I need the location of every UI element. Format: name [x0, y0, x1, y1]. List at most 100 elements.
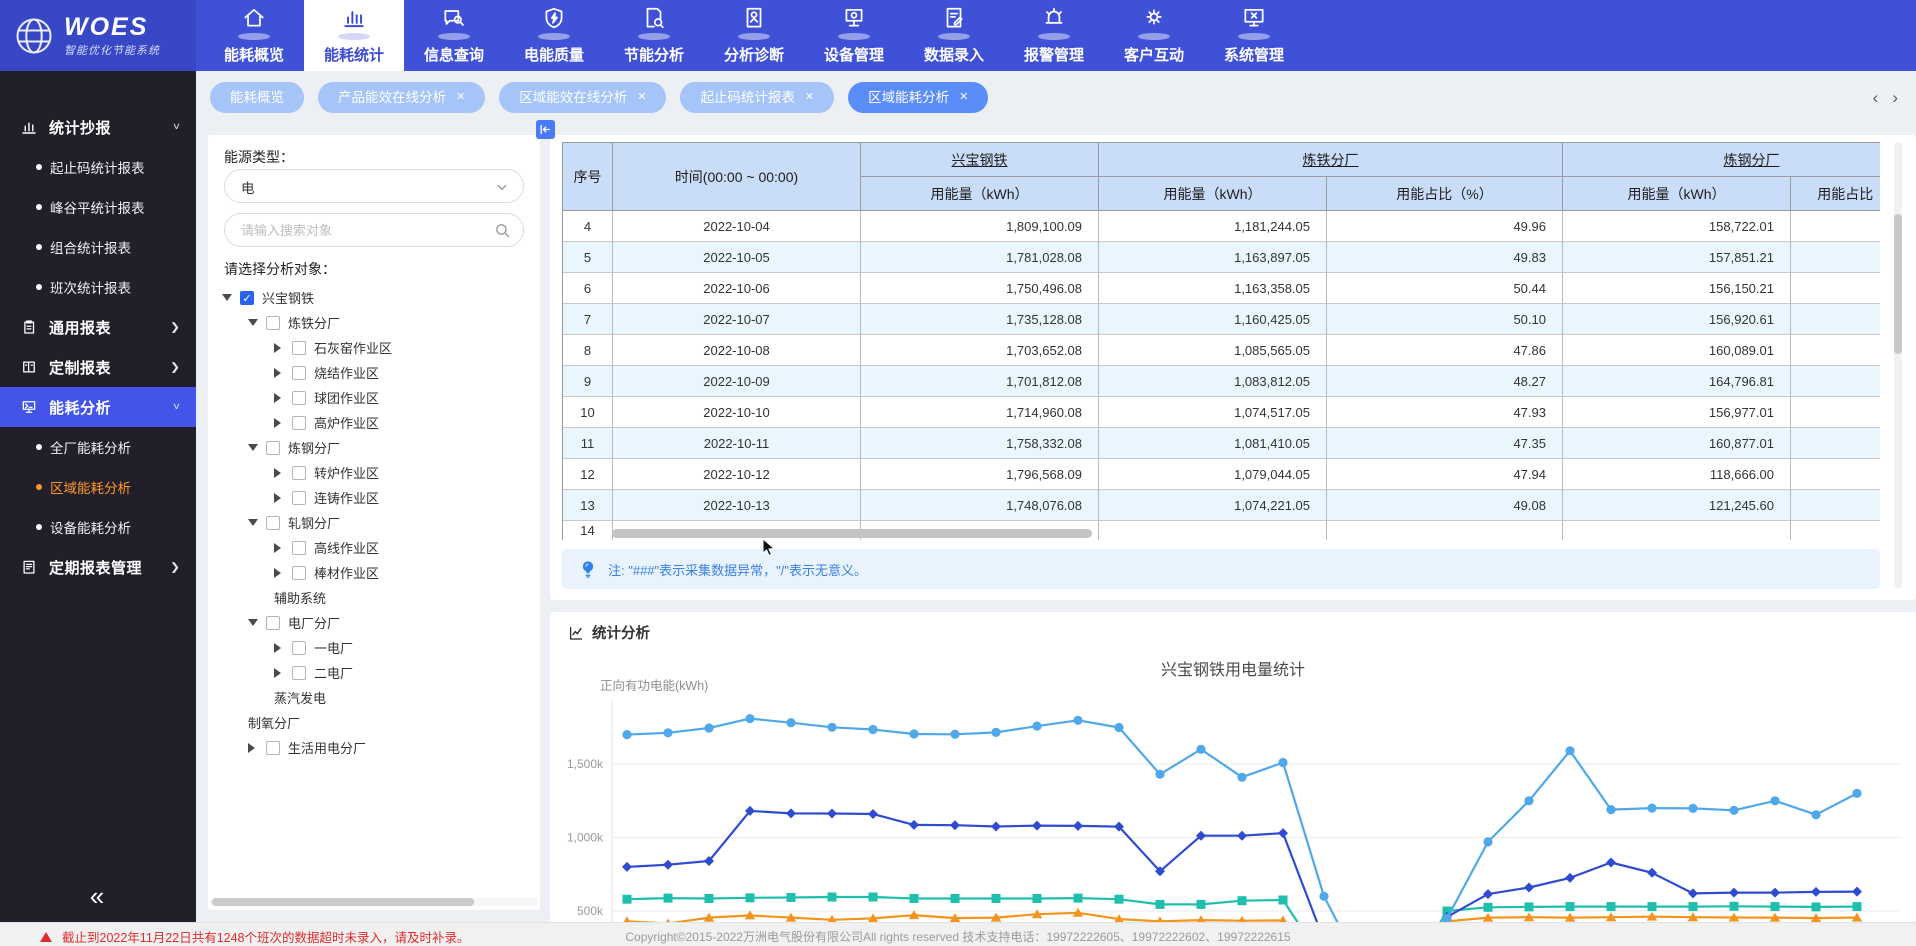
tree-expand-icon[interactable]: [274, 668, 281, 678]
sidebar-item-4-1[interactable]: 全厂能耗分析: [0, 427, 196, 467]
close-icon[interactable]: ✕: [805, 82, 814, 113]
tree-node[interactable]: 蒸汽发电: [208, 685, 540, 710]
sidebar-item-1-2[interactable]: 峰谷平统计报表: [0, 187, 196, 227]
system-monitor-icon: [1241, 5, 1267, 31]
nav-item-label: 设备管理: [804, 44, 904, 65]
search-icon[interactable]: [494, 222, 511, 239]
table-group-link[interactable]: 兴宝钢铁: [952, 150, 1008, 170]
tree-expand-icon[interactable]: [274, 543, 281, 553]
nav-item-2[interactable]: 能耗统计: [304, 0, 404, 71]
tree-expand-icon[interactable]: [274, 468, 281, 478]
tree-node[interactable]: 制氧分厂: [208, 710, 540, 735]
nav-item-5[interactable]: 节能分析: [604, 0, 704, 71]
tree-checkbox[interactable]: [266, 516, 280, 530]
tree-checkbox[interactable]: [292, 566, 306, 580]
tree-checkbox[interactable]: [266, 441, 280, 455]
nav-item-6[interactable]: 分析诊断: [704, 0, 804, 71]
sidebar-item-1-3[interactable]: 组合统计报表: [0, 227, 196, 267]
nav-item-3[interactable]: 信息查询: [404, 0, 504, 71]
tab-2[interactable]: 产品能效在线分析 ✕: [318, 82, 485, 113]
sidebar-group-3[interactable]: 定制报表❯: [0, 347, 196, 387]
tree-checkbox[interactable]: [292, 416, 306, 430]
cell: [1791, 211, 1880, 242]
tree-checkbox[interactable]: ✓: [240, 291, 254, 305]
tree-expand-icon[interactable]: [274, 368, 281, 378]
close-icon[interactable]: ✕: [456, 82, 465, 113]
tab-label: 产品能效在线分析: [338, 82, 446, 113]
tab-4[interactable]: 起止码统计报表✕: [680, 82, 834, 113]
tab-5[interactable]: 区域能耗分析✕: [848, 82, 988, 113]
tree-node[interactable]: 烧结作业区: [208, 360, 540, 385]
nav-item-1[interactable]: 能耗概览: [204, 0, 304, 71]
tabs-scroll-right-icon[interactable]: ›: [1892, 89, 1898, 107]
nav-item-4[interactable]: 电能质量: [504, 0, 604, 71]
tree-node[interactable]: 棒材作业区: [208, 560, 540, 585]
tree-node[interactable]: 石灰窑作业区: [208, 335, 540, 360]
tree-checkbox[interactable]: [292, 466, 306, 480]
tree-node[interactable]: 连铸作业区: [208, 485, 540, 510]
sidebar-item-4-3[interactable]: 设备能耗分析: [0, 507, 196, 547]
table-group-link[interactable]: 炼钢分厂: [1724, 150, 1780, 170]
tree-node[interactable]: 高炉作业区: [208, 410, 540, 435]
tree-node[interactable]: ✓兴宝钢铁: [208, 285, 540, 310]
close-icon[interactable]: ✕: [959, 82, 968, 113]
sidebar-group-4[interactable]: 能耗分析˅: [0, 387, 196, 427]
tree-checkbox[interactable]: [266, 741, 280, 755]
tree-node[interactable]: 球团作业区: [208, 385, 540, 410]
tree-node[interactable]: 生活用电分厂: [208, 735, 540, 760]
tree-expand-icon[interactable]: [274, 643, 281, 653]
tree-node[interactable]: 二电厂: [208, 660, 540, 685]
tree-checkbox[interactable]: [292, 666, 306, 680]
tree-node[interactable]: 辅助系统: [208, 585, 540, 610]
tree-expand-icon[interactable]: [274, 343, 281, 353]
tree-expand-icon[interactable]: [274, 568, 281, 578]
tab-1[interactable]: 能耗概览: [210, 82, 304, 113]
table-vertical-scrollbar-thumb[interactable]: [1894, 214, 1902, 354]
tree-node[interactable]: 转炉作业区: [208, 460, 540, 485]
tree-node[interactable]: 高线作业区: [208, 535, 540, 560]
nav-item-11[interactable]: 系统管理: [1204, 0, 1304, 71]
sidebar-group-1[interactable]: 统计抄报˅: [0, 107, 196, 147]
sidebar-item-4-2[interactable]: 区域能耗分析: [0, 467, 196, 507]
tab-3[interactable]: 区域能效在线分析✕: [499, 82, 666, 113]
tree-collapse-icon[interactable]: [248, 519, 258, 526]
tree-checkbox[interactable]: [292, 491, 306, 505]
nav-item-9[interactable]: 报警管理: [1004, 0, 1104, 71]
tree-node[interactable]: 炼钢分厂: [208, 435, 540, 460]
tree-collapse-icon[interactable]: [248, 619, 258, 626]
nav-item-10[interactable]: 客户互动: [1104, 0, 1204, 71]
sidebar-item-1-4[interactable]: 班次统计报表: [0, 267, 196, 307]
sidebar-collapse-button[interactable]: «: [0, 881, 196, 912]
tree-scrollbar-thumb[interactable]: [212, 898, 474, 906]
tabs-scroll-left-icon[interactable]: ‹: [1873, 89, 1879, 107]
tree-checkbox[interactable]: [292, 366, 306, 380]
tree-expand-icon[interactable]: [274, 418, 281, 428]
tree-checkbox[interactable]: [292, 541, 306, 555]
nav-item-7[interactable]: 设备管理: [804, 0, 904, 71]
sidebar-group-5[interactable]: 定期报表管理❯: [0, 547, 196, 587]
sidebar-item-1-1[interactable]: 起止码统计报表: [0, 147, 196, 187]
collapse-filter-panel-icon[interactable]: [536, 120, 555, 139]
tree-collapse-icon[interactable]: [222, 294, 232, 301]
energy-type-select[interactable]: 电: [224, 169, 524, 203]
tree-checkbox[interactable]: [266, 316, 280, 330]
tree-expand-icon[interactable]: [274, 393, 281, 403]
tree-checkbox[interactable]: [266, 616, 280, 630]
tree-expand-icon[interactable]: [274, 493, 281, 503]
table-group-link[interactable]: 炼铁分厂: [1303, 150, 1359, 170]
close-icon[interactable]: ✕: [637, 82, 646, 113]
tree-expand-icon[interactable]: [248, 743, 255, 753]
search-input[interactable]: [241, 215, 491, 245]
tree-checkbox[interactable]: [292, 391, 306, 405]
tree-node[interactable]: 轧钢分厂: [208, 510, 540, 535]
tree-checkbox[interactable]: [292, 641, 306, 655]
tree-collapse-icon[interactable]: [248, 444, 258, 451]
tree-collapse-icon[interactable]: [248, 319, 258, 326]
tree-node[interactable]: 炼铁分厂: [208, 310, 540, 335]
tree-node[interactable]: 一电厂: [208, 635, 540, 660]
sidebar-group-2[interactable]: 通用报表❯: [0, 307, 196, 347]
table-horizontal-scrollbar-thumb[interactable]: [612, 529, 1092, 538]
tree-node[interactable]: 电厂分厂: [208, 610, 540, 635]
tree-checkbox[interactable]: [292, 341, 306, 355]
nav-item-8[interactable]: 数据录入: [904, 0, 1004, 71]
